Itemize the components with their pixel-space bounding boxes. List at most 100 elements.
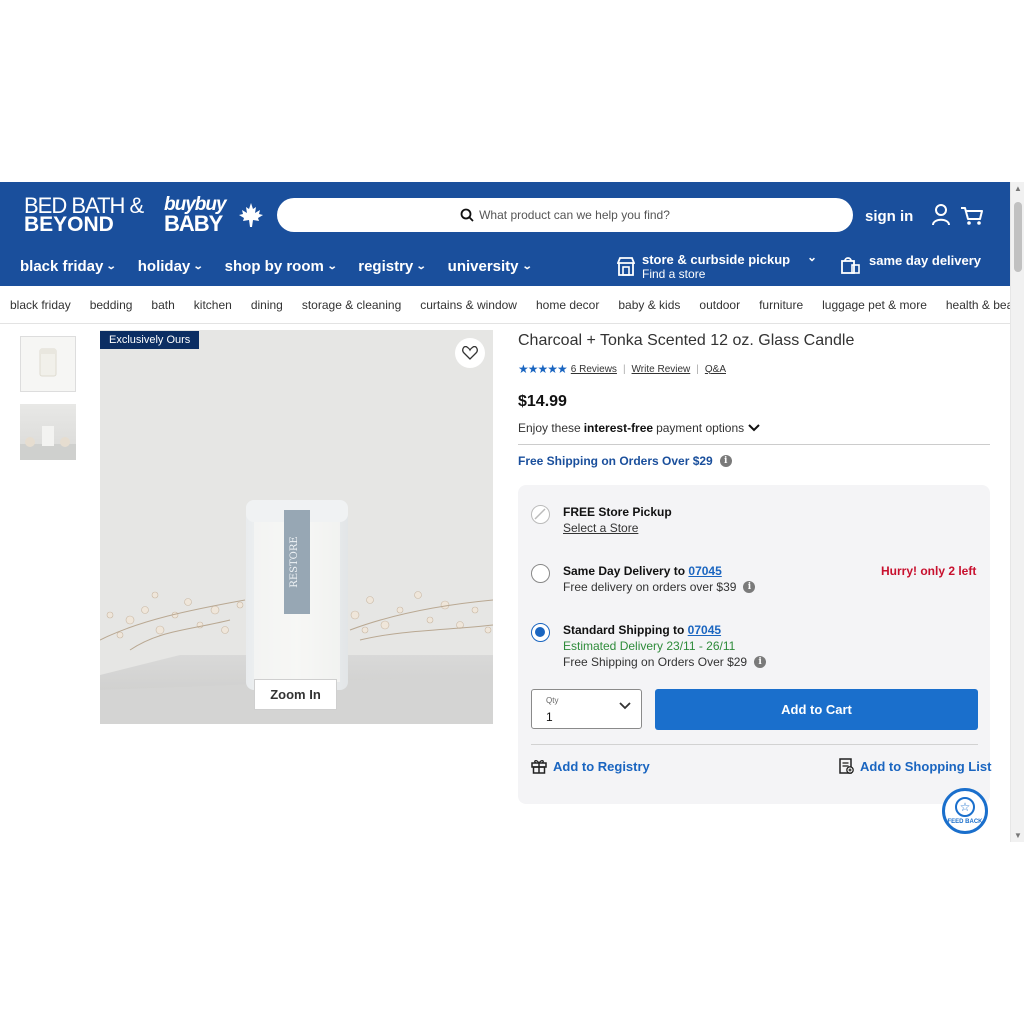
find-store-label: Find a store (642, 267, 706, 281)
cart-icon[interactable] (960, 206, 984, 226)
nav-label: university (447, 258, 519, 275)
scrollbar-thumb[interactable] (1014, 202, 1022, 272)
sign-in-link[interactable]: sign in (865, 208, 913, 225)
pickup-title: FREE Store Pickup (563, 505, 672, 519)
same-day-sub-text: Free delivery on orders over $39 (563, 580, 737, 594)
chevron-down-icon (619, 702, 631, 710)
free-shipping-text: Free Shipping on Orders Over $29 (518, 454, 713, 468)
vertical-scrollbar[interactable]: ▲ ▼ (1010, 182, 1024, 842)
thumbnail-1[interactable] (20, 336, 76, 392)
quantity-select[interactable]: Qty 1 (531, 689, 642, 729)
reviews-link[interactable]: 6 Reviews (571, 364, 617, 375)
category-link[interactable]: luggage pet & more (822, 298, 927, 312)
shopping-list-icon (839, 758, 854, 774)
add-to-registry-button[interactable]: Add to Registry (531, 758, 650, 774)
search-bar[interactable]: What product can we help you find? (277, 198, 853, 232)
chevron-down-icon (748, 424, 760, 432)
zip-link[interactable]: 07045 (688, 564, 721, 578)
standard-title: Standard Shipping to 07045 (563, 623, 721, 637)
scroll-up-arrow-icon[interactable]: ▲ (1014, 184, 1022, 193)
zip-link[interactable]: 07045 (688, 623, 721, 637)
exclusive-badge: Exclusively Ours (100, 331, 200, 349)
product-title: Charcoal + Tonka Scented 12 oz. Glass Ca… (518, 332, 855, 349)
info-icon[interactable]: i (754, 656, 767, 668)
qa-link[interactable]: Q&A (705, 364, 726, 375)
standard-title-text: Standard Shipping to (563, 623, 685, 637)
write-review-link[interactable]: Write Review (632, 364, 691, 375)
star-icon: ☆ (955, 797, 975, 817)
product-price: $14.99 (518, 393, 567, 410)
candle-thumbnail-image (39, 348, 57, 377)
buybuy-baby-logo[interactable]: buybuy BABY (164, 195, 227, 235)
nav-label: black friday (20, 258, 104, 275)
favorite-button[interactable] (455, 338, 485, 368)
radio-disabled[interactable] (531, 505, 550, 524)
nav-black-friday[interactable]: black friday ⌄ (20, 258, 118, 275)
standard-sub: Free Shipping on Orders Over $29 i (563, 655, 767, 669)
info-icon[interactable]: i (719, 455, 732, 467)
radio-selected[interactable] (531, 623, 550, 642)
stock-warning: Hurry! only 2 left (881, 564, 977, 578)
user-icon[interactable] (931, 204, 951, 226)
radio-unselected[interactable] (531, 564, 550, 583)
category-link[interactable]: baby & kids (618, 298, 680, 312)
interest-free-text: interest-free (583, 421, 654, 435)
chevron-down-icon: ⌄ (326, 261, 338, 272)
feedback-button[interactable]: ☆ FEED BACK (942, 788, 988, 834)
category-link[interactable]: bedding (90, 298, 133, 312)
same-day-title-text: Same Day Delivery to (563, 564, 686, 578)
same-day-sub: Free delivery on orders over $39 i (563, 580, 756, 594)
estimated-delivery: Estimated Delivery 23/11 - 26/11 (563, 639, 736, 653)
qty-value: 1 (546, 710, 553, 724)
main-nav: black friday ⌄ holiday ⌄ shop by room ⌄ reg… (20, 258, 553, 275)
category-link[interactable]: bath (151, 298, 174, 312)
select-store-link[interactable]: Select a Store (563, 521, 638, 535)
maple-leaf-icon (239, 203, 263, 227)
info-icon[interactable]: i (743, 581, 756, 593)
candle-label-text: RESTORE (289, 536, 300, 587)
category-link[interactable]: kitchen (194, 298, 232, 312)
add-to-shopping-list-label: Add to Shopping List (860, 758, 992, 774)
payment-options-text: payment options (656, 421, 745, 435)
divider: | (622, 363, 626, 375)
nav-label: shop by room (224, 258, 324, 275)
delivery-bag-icon (841, 257, 860, 274)
thumbnail-2[interactable] (20, 404, 76, 460)
category-link[interactable]: storage & cleaning (302, 298, 401, 312)
scroll-down-arrow-icon[interactable]: ▼ (1014, 831, 1022, 840)
candle-product-photo: RESTORE (100, 330, 493, 724)
category-link[interactable]: black friday (10, 298, 71, 312)
category-bar: black friday bedding bath kitchen dining… (0, 286, 1024, 324)
category-link[interactable]: dining (251, 298, 283, 312)
nav-holiday[interactable]: holiday ⌄ (137, 258, 204, 275)
heart-icon (462, 346, 478, 360)
chevron-down-icon: ⌄ (416, 261, 427, 272)
chevron-down-icon: ⌄ (521, 261, 533, 272)
zoom-in-button[interactable]: Zoom In (254, 679, 337, 710)
payment-options-toggle[interactable]: Enjoy these interest-free payment option… (518, 421, 760, 435)
category-link[interactable]: outdoor (699, 298, 740, 312)
search-placeholder: What product can we help you find? (479, 208, 670, 222)
category-link[interactable]: furniture (759, 298, 803, 312)
standard-sub-text: Free Shipping on Orders Over $29 (563, 655, 748, 669)
qty-label: Qty (546, 696, 559, 705)
divider: | (696, 363, 699, 375)
category-link[interactable]: home decor (536, 298, 599, 312)
free-shipping-note: Free Shipping on Orders Over $29 i (518, 454, 732, 468)
nav-shop-by-room[interactable]: shop by room ⌄ (224, 258, 338, 275)
browser-viewport: BED BATH & BEYOND buybuy BABY What produ… (0, 182, 1024, 842)
category-link[interactable]: curtains & window (420, 298, 517, 312)
nav-registry[interactable]: registry ⌄ (358, 258, 427, 275)
add-to-cart-button[interactable]: Add to Cart (655, 689, 978, 730)
nav-label: holiday (137, 258, 191, 275)
chevron-down-icon: ⌄ (193, 261, 204, 272)
add-to-shopping-list-button[interactable]: Add to Shopping List (838, 758, 991, 774)
chevron-down-icon: ⌄ (106, 261, 118, 272)
same-day-label: same day delivery (869, 253, 982, 268)
fulfillment-panel: FREE Store Pickup Select a Store Same Da… (518, 485, 991, 804)
bed-bath-beyond-logo[interactable]: BED BATH & BEYOND (24, 195, 144, 236)
main-product-image[interactable]: RESTORE (100, 330, 493, 724)
same-day-title: Same Day Delivery to 07045 (563, 564, 722, 578)
nav-university[interactable]: university ⌄ (447, 258, 533, 275)
candle-scene-thumbnail-image (20, 426, 76, 460)
